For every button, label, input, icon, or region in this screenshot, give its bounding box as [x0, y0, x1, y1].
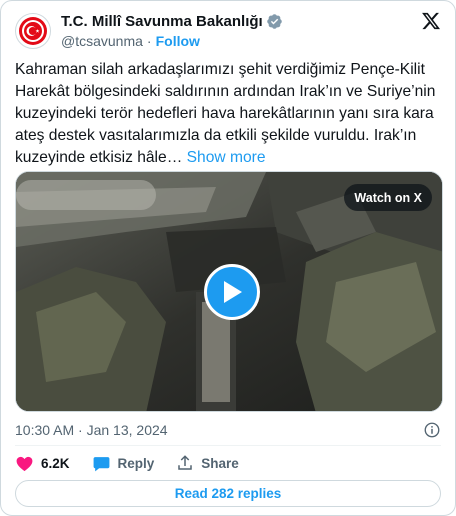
share-button[interactable]: Share — [176, 454, 239, 472]
like-button[interactable]: 6.2K — [15, 454, 70, 473]
read-replies-button[interactable]: Read 282 replies — [15, 480, 441, 507]
play-icon — [224, 281, 242, 303]
tweet-meta: 10:30 AM · Jan 13, 2024 — [15, 421, 441, 439]
reply-label: Reply — [117, 455, 155, 471]
play-button[interactable] — [204, 264, 260, 320]
avatar[interactable] — [15, 13, 51, 49]
video-player[interactable]: Watch on X — [15, 171, 443, 412]
info-icon[interactable] — [423, 421, 441, 439]
reply-bubble-icon — [93, 456, 109, 471]
tweet-text: Kahraman silah arkadaşlarımızı şehit ver… — [15, 59, 445, 169]
timestamp[interactable]: 10:30 AM · Jan 13, 2024 — [15, 422, 168, 438]
divider — [15, 445, 441, 446]
separator: · — [146, 32, 152, 49]
reply-button[interactable]: Reply — [92, 454, 155, 473]
tweet-card: T.C. Millî Savunma Bakanlığı @tcsavunma … — [0, 0, 456, 516]
watch-on-x-badge[interactable]: Watch on X — [344, 184, 432, 211]
show-more-link[interactable]: Show more — [187, 149, 266, 166]
tweet-actions: 6.2K Reply Share — [15, 453, 261, 473]
share-icon — [178, 455, 193, 470]
verified-badge-icon — [266, 13, 283, 30]
like-count: 6.2K — [41, 455, 70, 471]
x-logo-icon[interactable] — [421, 11, 441, 31]
follow-button[interactable]: Follow — [156, 33, 200, 49]
account-names: T.C. Millî Savunma Bakanlığı @tcsavunma … — [61, 13, 283, 50]
display-name[interactable]: T.C. Millî Savunma Bakanlığı — [61, 13, 263, 30]
share-label: Share — [201, 455, 239, 471]
ministry-emblem-icon — [19, 17, 47, 45]
heart-icon — [16, 456, 33, 471]
tweet-header: T.C. Millî Savunma Bakanlığı @tcsavunma … — [15, 11, 443, 51]
handle[interactable]: @tcsavunma — [61, 33, 143, 49]
